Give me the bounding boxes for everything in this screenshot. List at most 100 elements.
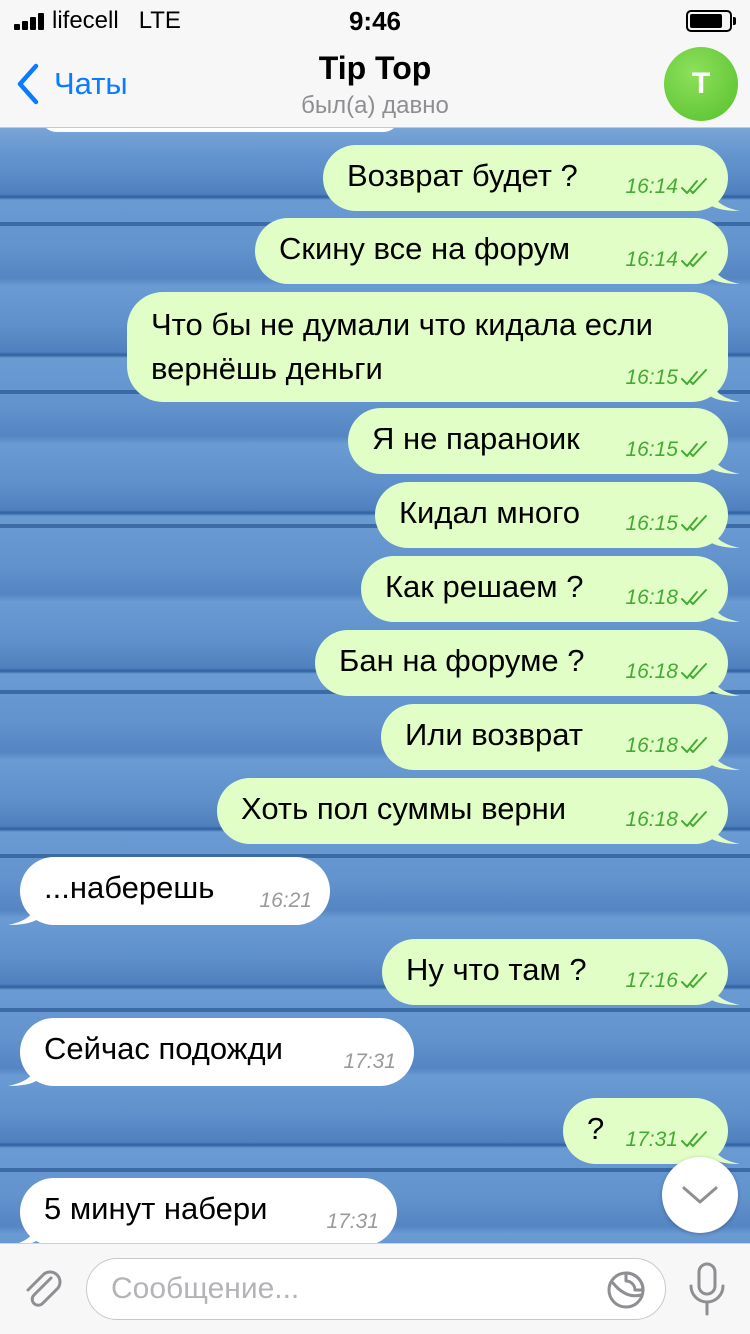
bubble-tail xyxy=(710,376,740,402)
read-receipt xyxy=(678,810,710,830)
bubble-tail xyxy=(710,185,740,211)
battery-icon xyxy=(686,10,736,32)
avatar-letter: T xyxy=(691,67,711,100)
message-text: Бан на форуме ? xyxy=(339,643,585,678)
read-receipt xyxy=(678,368,710,388)
message-meta: 16:14 xyxy=(625,175,710,199)
battery-fill xyxy=(690,14,722,28)
scroll-down-button[interactable] xyxy=(662,1157,738,1233)
read-receipt xyxy=(678,1130,710,1150)
message-time: 17:31 xyxy=(625,1128,678,1151)
read-receipt xyxy=(678,440,710,460)
incoming-message[interactable]: ...наберешь 16:21 xyxy=(8,857,330,925)
message-time: 16:21 xyxy=(259,889,312,912)
incoming-message[interactable]: Сейчас подожди 17:31 xyxy=(8,1018,414,1086)
read-receipt xyxy=(678,662,710,682)
message-text: Как решаем ? xyxy=(385,569,584,604)
read-receipt xyxy=(678,971,710,991)
message-time: 17:16 xyxy=(625,969,678,992)
message-text: Сейчас подожди xyxy=(44,1031,283,1066)
message-time: 16:14 xyxy=(625,248,678,271)
double-check-icon xyxy=(681,369,707,385)
message-meta: 16:18 xyxy=(625,660,710,684)
bubble-tail xyxy=(710,258,740,284)
bubble-tail xyxy=(710,448,740,474)
double-check-icon xyxy=(681,515,707,531)
message-text: Возврат будет ? xyxy=(347,158,578,193)
message-text: Кидал много xyxy=(399,495,580,530)
read-receipt xyxy=(678,514,710,534)
double-check-icon xyxy=(681,737,707,753)
message-meta: 16:15 xyxy=(625,512,710,536)
microphone-icon xyxy=(689,1262,725,1316)
message-text: Скину все на форум xyxy=(279,231,571,266)
message-time: 16:15 xyxy=(625,512,678,535)
outgoing-message[interactable]: Ну что там ? 17:16 xyxy=(382,939,740,1005)
bubble-tail xyxy=(710,522,740,548)
incoming-message[interactable]: 5 минут набери 17:31 xyxy=(18,1178,397,1243)
status-bar: lifecell LTE 9:46 xyxy=(0,0,750,40)
double-check-icon xyxy=(681,441,707,457)
message-text: Ну что там ? xyxy=(406,952,587,987)
outgoing-message[interactable]: Я не параноик 16:15 xyxy=(348,408,740,474)
message-time: 16:18 xyxy=(625,660,678,683)
message-time: 16:15 xyxy=(625,438,678,461)
outgoing-message[interactable]: Хоть пол суммы верни 16:18 xyxy=(217,778,740,844)
message-meta: 16:18 xyxy=(625,808,710,832)
message-meta: 17:31 xyxy=(625,1128,710,1152)
outgoing-message[interactable]: Кидал много 16:15 xyxy=(375,482,740,548)
read-receipt xyxy=(678,736,710,756)
outgoing-message[interactable]: ? 17:31 xyxy=(563,1098,740,1164)
message-field xyxy=(86,1258,666,1320)
status-time: 9:46 xyxy=(348,6,402,36)
avatar[interactable]: T xyxy=(664,47,738,121)
paperclip-icon xyxy=(26,1270,62,1307)
message-meta: 17:16 xyxy=(625,969,710,993)
chat-title[interactable]: Tip Top xyxy=(0,50,750,87)
last-seen-status: был(а) давно xyxy=(301,92,449,119)
outgoing-message[interactable]: Что бы не думали что кидала если вернёшь… xyxy=(127,292,740,402)
double-check-icon xyxy=(681,589,707,605)
message-text: ? xyxy=(587,1111,605,1146)
bubble-tail xyxy=(710,596,740,622)
message-meta: 16:21 xyxy=(259,889,312,913)
message-meta: 16:15 xyxy=(625,366,710,390)
double-check-icon xyxy=(681,811,707,827)
outgoing-message[interactable]: Скину все на форум 16:14 xyxy=(255,218,740,284)
chevron-down-icon xyxy=(682,1186,718,1204)
message-meta: 17:31 xyxy=(326,1210,379,1234)
message-meta: 16:18 xyxy=(625,734,710,758)
message-meta: 16:15 xyxy=(625,438,710,462)
message-text: ...наберешь xyxy=(44,870,215,905)
bubble-tail xyxy=(18,1220,38,1243)
voice-record-button[interactable] xyxy=(684,1260,730,1320)
message-time: 16:18 xyxy=(625,808,678,831)
message-text: 5 минут набери xyxy=(44,1191,268,1226)
bubble-tail xyxy=(8,899,38,925)
message-time: 16:18 xyxy=(625,586,678,609)
sticker-button[interactable] xyxy=(605,1269,647,1311)
message-text: Или возврат xyxy=(405,717,583,752)
message-time: 16:14 xyxy=(625,175,678,198)
message-list[interactable]: Возврат будет ? 16:14 Скину все на форум 16… xyxy=(0,128,750,1243)
double-check-icon xyxy=(681,178,707,194)
double-check-icon xyxy=(681,1131,707,1147)
message-time: 17:31 xyxy=(343,1050,396,1073)
message-time: 16:15 xyxy=(625,366,678,389)
outgoing-message[interactable]: Или возврат 16:18 xyxy=(381,704,740,770)
outgoing-message[interactable]: Бан на форуме ? 16:18 xyxy=(315,630,740,696)
bubble-tail xyxy=(710,818,740,844)
message-text: Я не параноик xyxy=(372,421,580,456)
composer-bar xyxy=(0,1243,750,1334)
outgoing-message[interactable]: Возврат будет ? 16:14 xyxy=(323,145,740,211)
message-meta: 17:31 xyxy=(343,1050,396,1074)
double-check-icon xyxy=(681,663,707,679)
attach-button[interactable] xyxy=(18,1264,68,1314)
message-text: Что бы не думали что кидала если вернёшь… xyxy=(151,307,653,386)
bubble-tail xyxy=(710,744,740,770)
message-time: 17:31 xyxy=(326,1210,379,1233)
message-text: Хоть пол суммы верни xyxy=(241,791,567,826)
outgoing-message[interactable]: Как решаем ? 16:18 xyxy=(361,556,740,622)
bubble-tail xyxy=(710,979,740,1005)
message-input[interactable] xyxy=(111,1269,591,1309)
